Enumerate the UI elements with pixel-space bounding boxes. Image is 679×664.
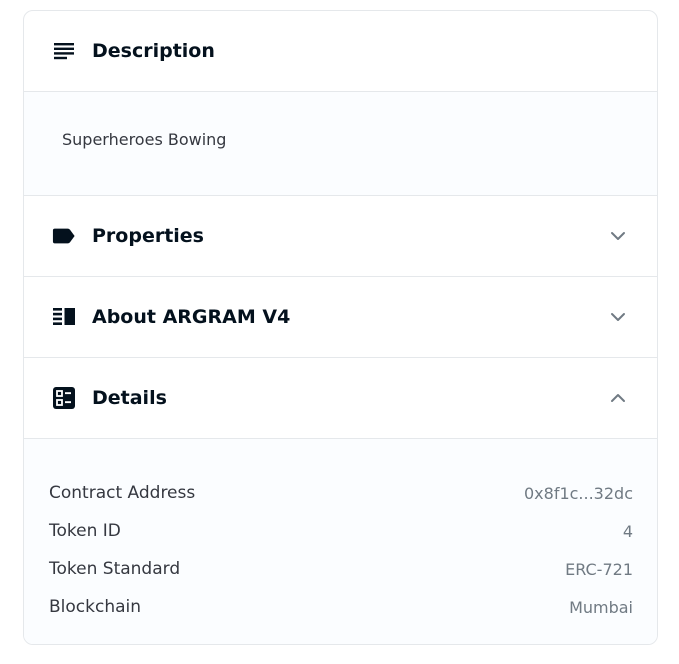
properties-header[interactable]: Properties [24, 196, 657, 277]
chevron-down-icon[interactable] [603, 221, 633, 251]
detail-value: Mumbai [569, 597, 633, 617]
label-icon [52, 224, 76, 248]
vertical-split-icon [52, 305, 76, 329]
detail-value: ERC-721 [565, 559, 633, 579]
detail-row-blockchain: Blockchain Mumbai [49, 588, 633, 626]
details-title: Details [92, 387, 167, 409]
description-header[interactable]: Description [24, 11, 657, 92]
details-header[interactable]: Details [24, 358, 657, 439]
detail-label: Token ID [49, 521, 121, 541]
detail-row-contract-address: Contract Address 0x8f1c...32dc [49, 474, 633, 512]
description-text: Superheroes Bowing [62, 130, 227, 149]
dashboard-icon [52, 386, 76, 410]
contract-address-link[interactable]: 0x8f1c...32dc [524, 484, 633, 503]
detail-label: Token Standard [49, 559, 181, 579]
properties-title: Properties [92, 225, 204, 247]
detail-row-token-id: Token ID 4 [49, 512, 633, 550]
item-details-card: Description Superheroes Bowing Propertie… [23, 10, 658, 645]
detail-label: Blockchain [49, 597, 142, 617]
description-body: Superheroes Bowing [24, 92, 657, 196]
details-body: Contract Address 0x8f1c...32dc Token ID … [24, 439, 657, 644]
about-title: About ARGRAM V4 [92, 306, 291, 328]
subject-icon [52, 39, 76, 63]
chevron-up-icon[interactable] [603, 383, 633, 413]
about-header[interactable]: About ARGRAM V4 [24, 277, 657, 358]
detail-value: 4 [622, 521, 633, 541]
description-title: Description [92, 40, 215, 62]
detail-label: Contract Address [49, 483, 196, 503]
detail-row-token-standard: Token Standard ERC-721 [49, 550, 633, 588]
chevron-down-icon[interactable] [603, 302, 633, 332]
